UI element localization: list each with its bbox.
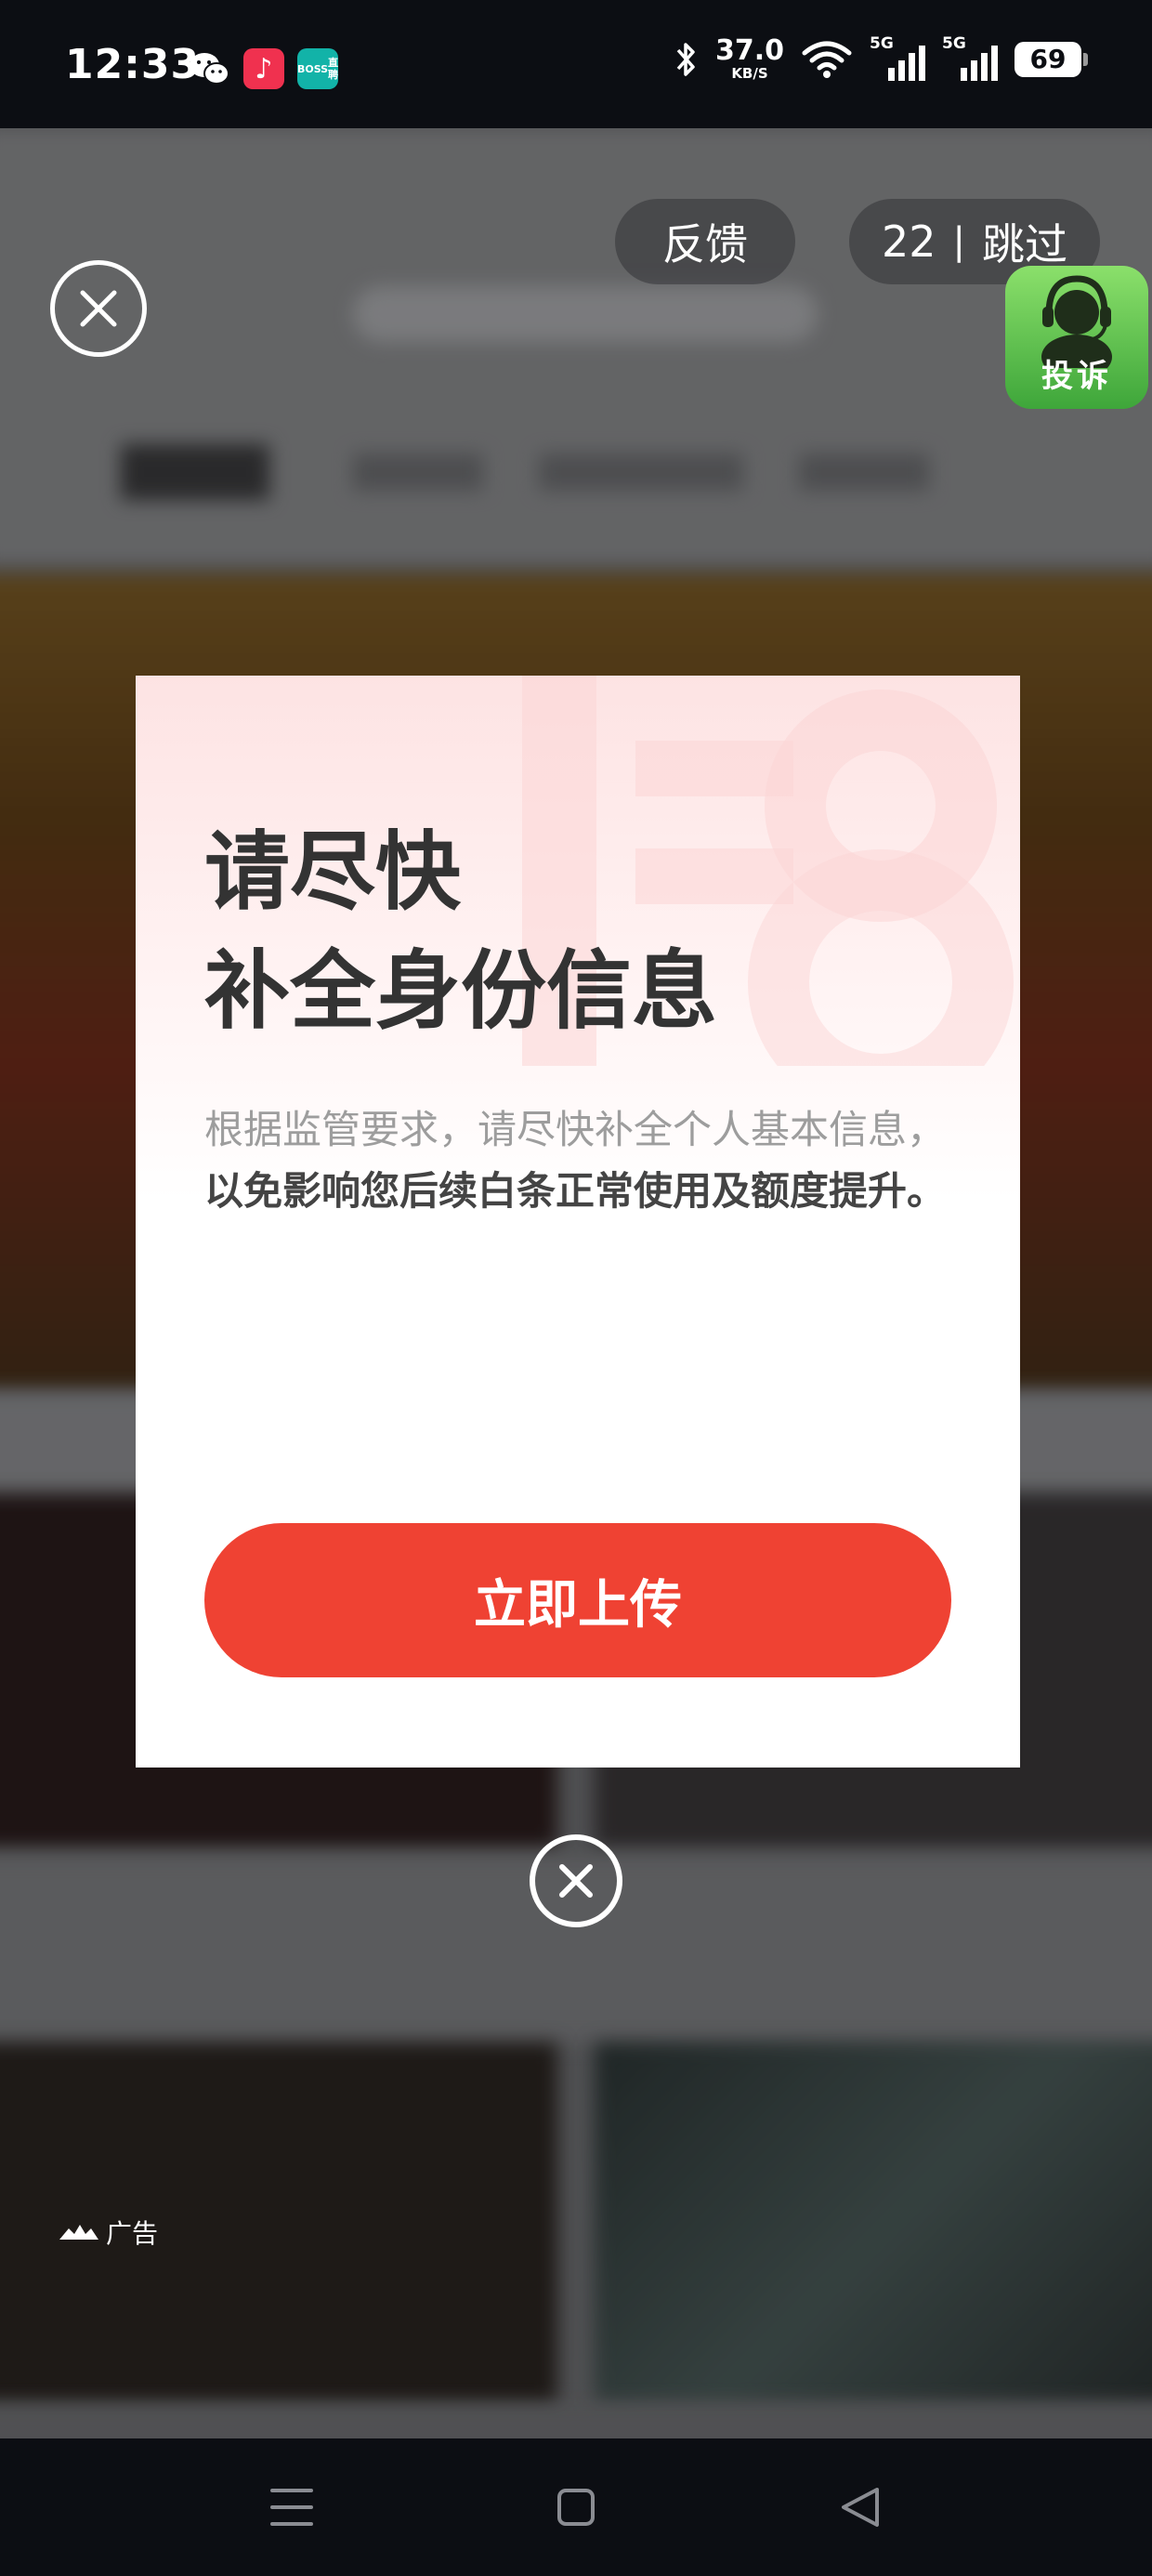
status-indicators: 37.0 KB/S 5G 5G 69 xyxy=(674,34,1088,81)
system-nav-bar xyxy=(0,2438,1152,2576)
skip-countdown: 22 xyxy=(881,217,936,267)
status-bar: 12:33 ♪ BOSS 直聘 37.0 KB/S 5G 5G 69 xyxy=(0,0,1152,128)
dialog-message-normal: 根据监管要求，请尽快补全个人基本信息， xyxy=(204,1107,947,1152)
ad-badge: 广告 xyxy=(58,2214,158,2251)
music-app-icon: ♪ xyxy=(243,48,284,89)
signal-icon-2: 5G xyxy=(942,34,998,81)
skip-label: 跳过 xyxy=(982,219,1068,269)
recent-apps-button[interactable] xyxy=(264,2479,320,2535)
close-icon xyxy=(559,1864,593,1898)
complain-label: 投诉 xyxy=(1041,358,1112,395)
close-dialog-button[interactable] xyxy=(530,1834,622,1927)
network-speed-value: 37.0 xyxy=(714,34,784,67)
dialog-title: 请尽快 补全身份信息 xyxy=(204,813,717,1051)
ad-logo-icon xyxy=(59,2225,98,2240)
network-speed-unit: KB/S xyxy=(731,65,768,82)
home-button[interactable] xyxy=(548,2479,604,2535)
menu-icon xyxy=(270,2489,313,2526)
dialog-message-bold: 以免影响您后续白条正常使用及额度提升。 xyxy=(204,1168,947,1214)
boss-line2: 直聘 xyxy=(328,57,339,81)
battery-level: 69 xyxy=(1029,44,1067,74)
feedback-label: 反馈 xyxy=(662,219,748,269)
upload-now-label: 立即上传 xyxy=(474,1574,682,1636)
dialog-title-line2: 补全身份信息 xyxy=(204,941,718,1041)
wifi-icon xyxy=(802,41,852,78)
notification-icons: ♪ BOSS 直聘 xyxy=(188,48,338,89)
back-button[interactable] xyxy=(832,2479,888,2535)
ad-label: 广告 xyxy=(106,2218,159,2249)
battery-icon: 69 xyxy=(1015,41,1088,77)
identity-info-dialog: 请尽快 补全身份信息 根据监管要求，请尽快补全个人基本信息， 以免影响您后续白条正… xyxy=(136,676,1020,1768)
dialog-title-line1: 请尽快 xyxy=(204,822,462,922)
boss-zhipin-icon: BOSS 直聘 xyxy=(297,48,338,89)
status-time: 12:33 xyxy=(65,41,201,88)
close-icon xyxy=(80,290,117,327)
close-ad-button[interactable] xyxy=(50,260,147,357)
bluetooth-icon xyxy=(676,42,695,76)
home-icon xyxy=(557,2489,595,2526)
back-icon xyxy=(842,2488,879,2527)
wechat-icon xyxy=(190,53,229,85)
upload-now-button[interactable]: 立即上传 xyxy=(204,1523,951,1677)
feedback-button[interactable]: 反馈 xyxy=(615,199,795,284)
skip-separator: | xyxy=(952,220,966,263)
network-speed: 37.0 KB/S xyxy=(715,37,784,81)
boss-line1: BOSS xyxy=(296,62,329,75)
complain-button[interactable]: 投诉 xyxy=(1005,266,1148,409)
signal-icon: 5G xyxy=(870,34,925,81)
dialog-message: 根据监管要求，请尽快补全个人基本信息， 以免影响您后续白条正常使用及额度提升。 xyxy=(204,1099,948,1222)
